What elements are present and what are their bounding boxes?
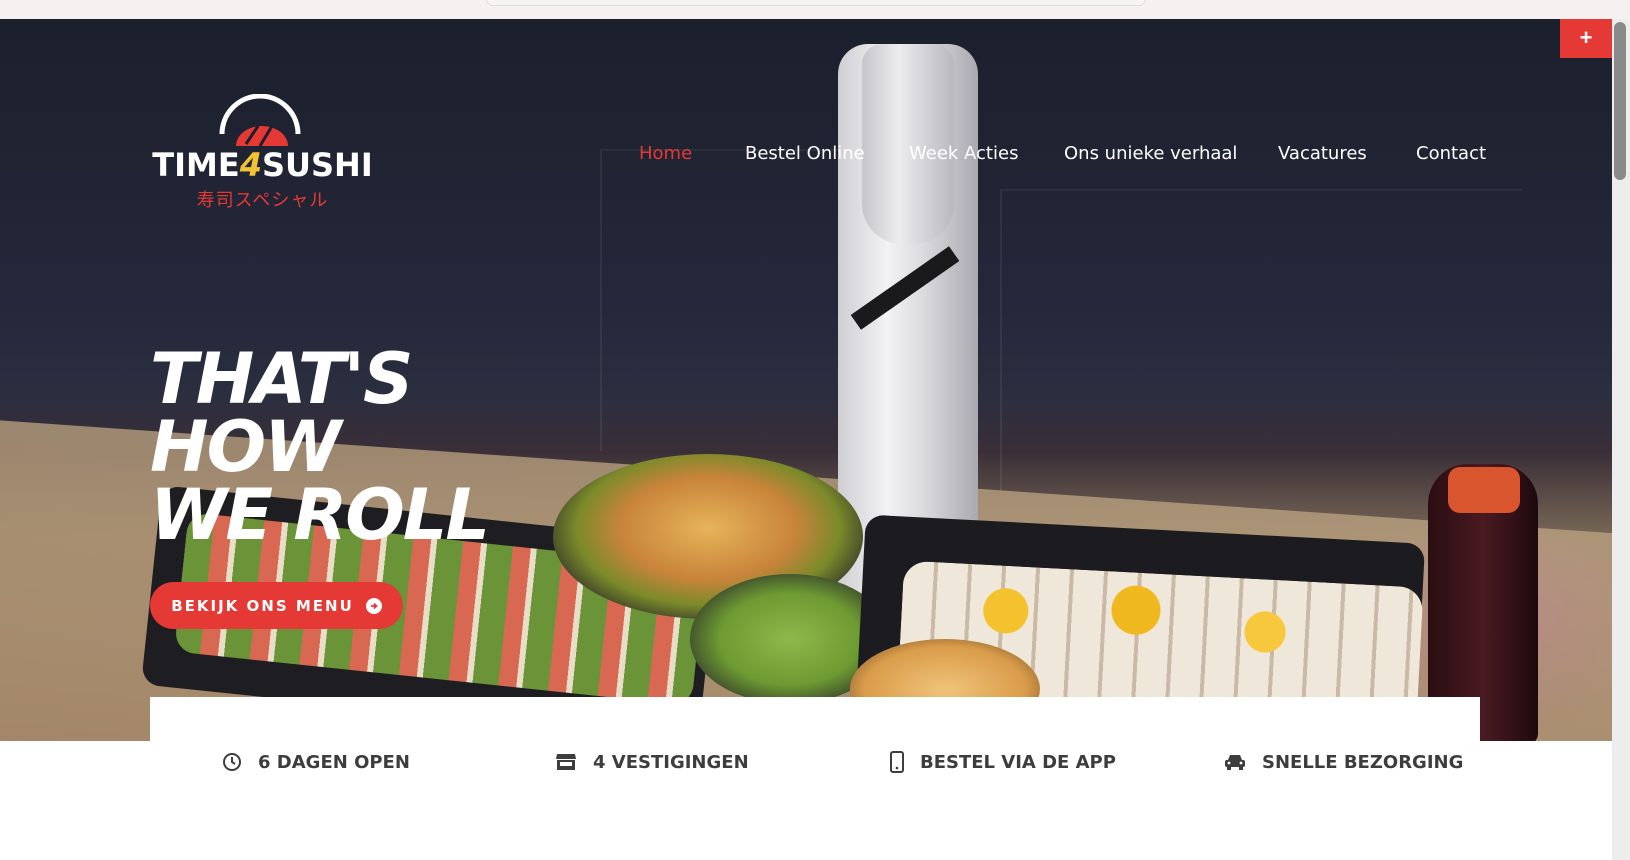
logo-text-sushi: SUSHI [261,146,373,184]
soy-sauce-cap-image [1448,467,1520,513]
feature-label: SNELLE BEZORGING [1262,751,1464,773]
logo-text-time: TIME [152,146,240,184]
car-icon [1225,755,1245,770]
feature-item: SNELLE BEZORGING [1224,749,1463,775]
logo-wordmark: TIME4SUSHI [150,146,375,184]
scrollbar-thumb[interactable] [1614,22,1626,180]
nav-item-ons-unieke-verhaal[interactable]: Ons unieke verhaal [1064,143,1237,167]
hero-headline-line2: WE ROLL [150,474,490,556]
feature-item: 4 VESTIGINGEN [555,749,749,775]
floating-plus-button[interactable]: + [1560,19,1612,58]
clock-icon [223,753,241,771]
features-bar: 6 DAGEN OPEN 4 VESTIGINGEN BESTEL VIA DE… [150,697,1480,860]
hero-headline: THAT'S HOW WE ROLL [150,338,620,556]
arrow-right-circle-icon [365,597,382,614]
hero-headline-line1: THAT'S HOW [150,338,413,488]
feature-label: BESTEL VIA DE APP [920,751,1116,773]
browser-top-bar [0,0,1630,19]
logo-text-four: 4 [239,146,262,184]
feature-item: BESTEL VIA DE APP [890,749,1116,775]
logo-tagline: 寿司スペシャル [196,190,329,210]
feature-item: 6 DAGEN OPEN [222,749,410,775]
view-menu-button-label: BEKIJK ONS MENU [171,596,354,615]
feature-label: 4 VESTIGINGEN [593,751,749,773]
nav-item-bestel-online[interactable]: Bestel Online [745,143,865,167]
feature-label: 6 DAGEN OPEN [258,751,410,773]
nav-item-home[interactable]: Home [639,143,692,167]
sushi-logo-icon [219,94,301,147]
view-menu-button[interactable]: BEKIJK ONS MENU [150,582,403,629]
nav-item-vacatures[interactable]: Vacatures [1278,143,1367,167]
nav-item-contact[interactable]: Contact [1416,143,1486,167]
store-icon [556,754,576,770]
phone-icon [890,751,904,773]
wall-panel [1000,189,1522,491]
site-logo[interactable]: TIME4SUSHI 寿司スペシャル [150,94,375,214]
nav-item-week-acties[interactable]: Week Acties [909,143,1018,167]
address-bar[interactable] [486,0,1146,6]
